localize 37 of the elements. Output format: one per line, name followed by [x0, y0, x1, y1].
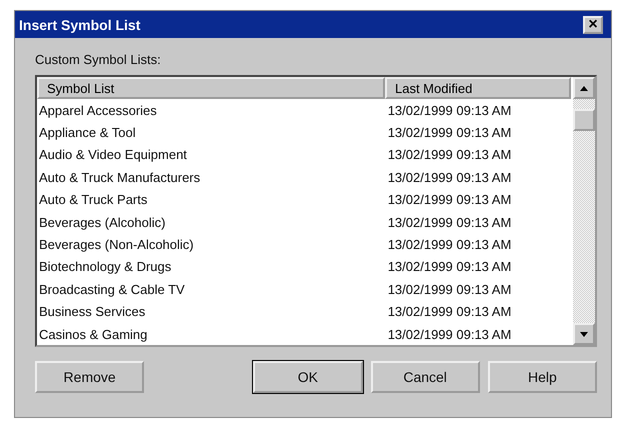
table-cell[interactable]: 13/02/1999 09:13 AM — [386, 102, 573, 118]
column-header[interactable]: Last Modified — [385, 77, 571, 99]
table-cell[interactable]: Beverages (Alcoholic) — [37, 214, 386, 230]
column-header[interactable]: Symbol List — [37, 77, 385, 99]
table-cell[interactable]: 13/02/1999 09:13 AM — [386, 125, 573, 140]
table-cell[interactable]: Biotechnology & Drugs — [37, 259, 386, 274]
table-cell[interactable]: 13/02/1999 09:13 AM — [386, 147, 573, 162]
table-cell[interactable]: 13/02/1999 09:13 AM — [386, 214, 573, 230]
dialog-button[interactable]: Help — [488, 361, 597, 393]
window-title: Insert Symbol List — [19, 16, 140, 32]
table-cell[interactable]: Apparel Accessories — [37, 102, 386, 118]
scroll-down-button[interactable] — [573, 323, 595, 345]
table-cell[interactable]: Audio & Video Equipment — [37, 147, 386, 162]
table-cell[interactable]: 13/02/1999 09:13 AM — [386, 304, 573, 320]
up-arrow-icon — [580, 86, 588, 90]
table-cell[interactable]: Appliance & Tool — [37, 125, 386, 140]
table-cell[interactable]: Casinos & Gaming — [37, 326, 386, 342]
table-cell[interactable]: Broadcasting & Cable TV — [37, 282, 386, 297]
table-cell[interactable]: 13/02/1999 09:13 AM — [386, 192, 573, 208]
close-button[interactable]: × — [583, 16, 603, 34]
dialog-button[interactable]: OK — [253, 361, 362, 393]
table-cell[interactable]: 13/02/1999 09:13 AM — [386, 170, 573, 185]
list-label: Custom Symbol Lists: — [35, 52, 162, 67]
table-cell[interactable]: Business Services — [37, 304, 386, 320]
scrollbar[interactable] — [573, 77, 595, 345]
scroll-up-button[interactable] — [573, 77, 595, 99]
down-arrow-icon — [580, 332, 588, 336]
table-cell[interactable]: 13/02/1999 09:13 AM — [386, 259, 573, 274]
table-cell[interactable]: Beverages (Non-Alcoholic) — [37, 237, 386, 252]
table-cell[interactable]: Auto & Truck Manufacturers — [37, 170, 386, 185]
table-cell[interactable]: Auto & Truck Parts — [37, 192, 386, 208]
dialog-button[interactable]: Cancel — [370, 361, 480, 393]
dialog-button[interactable]: Remove — [35, 361, 144, 393]
scroll-thumb[interactable] — [573, 109, 595, 131]
table-cell[interactable]: 13/02/1999 09:13 AM — [386, 237, 573, 252]
table-cell[interactable]: 13/02/1999 09:13 AM — [386, 282, 573, 297]
table-cell[interactable]: 13/02/1999 09:13 AM — [386, 326, 573, 342]
